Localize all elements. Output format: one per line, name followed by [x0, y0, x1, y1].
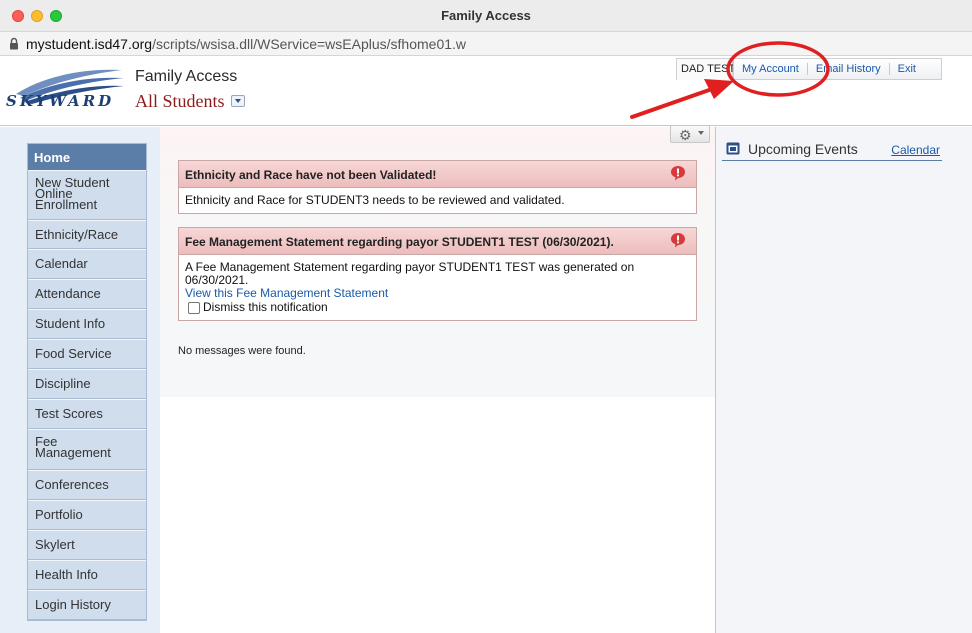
sidebar-item-attendance[interactable]: Attendance [28, 279, 146, 309]
sidebar-nav: Home New Student Online Enrollment Ethni… [27, 143, 147, 621]
sidebar-item-calendar[interactable]: Calendar [28, 249, 146, 279]
student-selector[interactable]: All Students [135, 91, 245, 112]
sidebar-item-home[interactable]: Home [28, 144, 146, 170]
app-title: Family Access [135, 68, 238, 85]
email-history-link[interactable]: Email History [808, 63, 890, 75]
notice-fee-management: Fee Management Statement regarding payor… [178, 227, 697, 321]
url-text[interactable]: mystudent.isd47.org/scripts/wsisa.dll/WS… [26, 36, 466, 52]
address-bar[interactable]: mystudent.isd47.org/scripts/wsisa.dll/WS… [0, 32, 972, 56]
sidebar-item-discipline[interactable]: Discipline [28, 369, 146, 399]
dismiss-checkbox[interactable] [188, 301, 200, 314]
alert-icon [671, 166, 685, 181]
sidebar-item-skylert[interactable]: Skylert [28, 530, 146, 560]
dismiss-label: Dismiss this notification [203, 300, 328, 314]
sidebar-item-conferences[interactable]: Conferences [28, 470, 146, 500]
sidebar-item-login-history[interactable]: Login History [28, 590, 146, 620]
calendar-link[interactable]: Calendar [891, 143, 940, 157]
main-panel-lower [160, 397, 715, 633]
page-body: Home New Student Online Enrollment Ethni… [0, 125, 972, 633]
dismiss-notification[interactable]: Dismiss this notification [185, 301, 690, 314]
window-title: Family Access [441, 8, 531, 23]
user-name: DAD TEST [676, 58, 735, 80]
notice-body: Ethnicity and Race for STUDENT3 needs to… [185, 193, 565, 207]
gear-icon: ⚙ [679, 127, 692, 143]
view-fee-statement-link[interactable]: View this Fee Management Statement [185, 287, 690, 300]
sidebar-item-food-service[interactable]: Food Service [28, 339, 146, 369]
lock-icon [10, 37, 18, 50]
settings-menu-button[interactable]: ⚙ [670, 125, 710, 143]
notice-body: A Fee Management Statement regarding pay… [179, 255, 696, 320]
dropdown-icon[interactable] [230, 94, 245, 107]
alert-icon [671, 233, 685, 248]
sidebar-item-fee-management[interactable]: Fee Management [28, 429, 146, 470]
upcoming-events-title: Upcoming Events [748, 141, 858, 157]
skyward-wordmark: SKYWARD [6, 92, 115, 110]
sidebar-item-ethnicity-race[interactable]: Ethnicity/Race [28, 220, 146, 249]
sidebar-item-test-scores[interactable]: Test Scores [28, 399, 146, 429]
my-account-link[interactable]: My Account [734, 63, 808, 75]
sidebar-item-new-student-online-enrollment[interactable]: New Student Online Enrollment [28, 170, 146, 220]
calendar-icon [726, 142, 740, 155]
account-links: My Account Email History Exit [733, 58, 942, 80]
notice-title: Ethnicity and Race have not been Validat… [179, 161, 696, 188]
window-titlebar: Family Access [0, 0, 972, 32]
notice-body-text: A Fee Management Statement regarding pay… [185, 260, 635, 287]
sidebar-item-portfolio[interactable]: Portfolio [28, 500, 146, 530]
upcoming-events-header: Upcoming Events Calendar [722, 139, 942, 161]
exit-link[interactable]: Exit [890, 63, 924, 75]
student-selector-label: All Students [135, 91, 225, 111]
chevron-down-icon [698, 131, 704, 135]
events-panel [716, 127, 972, 633]
sidebar-item-health-info[interactable]: Health Info [28, 560, 146, 590]
messages-empty-text: No messages were found. [178, 345, 306, 357]
notice-ethnicity: Ethnicity and Race have not been Validat… [178, 160, 697, 214]
sidebar-item-student-info[interactable]: Student Info [28, 309, 146, 339]
notice-title: Fee Management Statement regarding payor… [179, 228, 696, 255]
